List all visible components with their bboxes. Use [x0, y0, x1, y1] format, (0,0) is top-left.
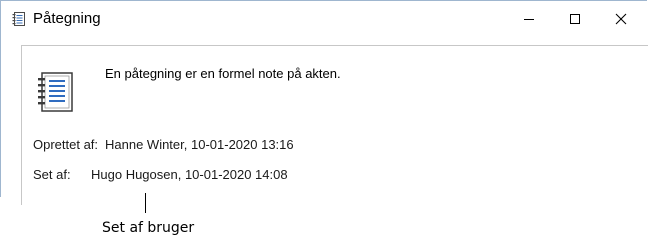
close-icon	[615, 13, 627, 25]
created-label: Oprettet af:	[33, 137, 99, 152]
note-description: En påtegning er en formel note på akten.	[105, 66, 341, 81]
minimize-button[interactable]	[506, 1, 552, 35]
close-button[interactable]	[598, 1, 644, 35]
notebook-icon	[33, 69, 79, 115]
set-row: Set af: Hugo Hugosen, 10-01-2020 14:08	[33, 167, 288, 183]
notebook-icon	[12, 12, 26, 26]
created-row: Oprettet af: Hanne Winter, 10-01-2020 13…	[33, 137, 294, 153]
minimize-icon	[524, 19, 534, 20]
title-bar[interactable]: Påtegning	[1, 1, 647, 35]
maximize-icon	[570, 14, 580, 24]
callout-line	[145, 193, 146, 213]
created-value: Hanne Winter, 10-01-2020 13:16	[105, 137, 294, 152]
callout-label: Set af bruger	[102, 220, 195, 236]
maximize-button[interactable]	[552, 1, 598, 35]
set-label: Set af:	[33, 167, 71, 182]
set-value: Hugo Hugosen, 10-01-2020 14:08	[91, 167, 288, 182]
window-title: Påtegning	[33, 10, 101, 27]
